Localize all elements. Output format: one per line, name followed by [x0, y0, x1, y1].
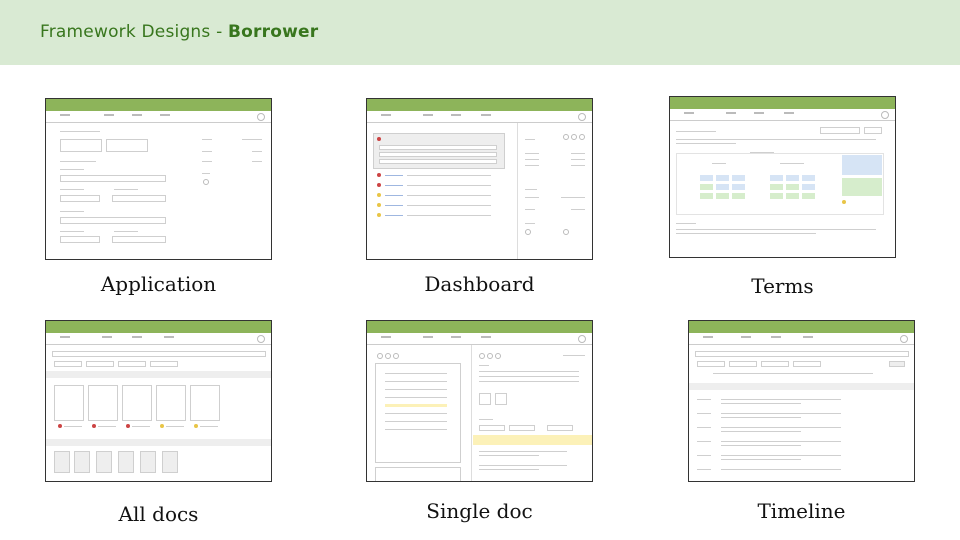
dashboard-mockup-thumbnail[interactable]: [366, 98, 593, 260]
account-icon: [257, 335, 265, 343]
page-title-bold: Borrower: [228, 22, 319, 42]
account-icon: [257, 113, 265, 121]
page-title: Framework Designs - Borrower: [40, 22, 318, 42]
screen-label-single-doc: Single doc: [426, 499, 533, 523]
mockup-top-bar: [670, 97, 895, 109]
header-banner: Framework Designs - Borrower: [0, 0, 960, 65]
screen-label-timeline: Timeline: [757, 499, 846, 523]
screen-label-dashboard: Dashboard: [424, 272, 535, 296]
mockup-tab-bar: [670, 109, 895, 121]
mockup-tab-bar: [689, 333, 914, 345]
mockup-top-bar: [367, 99, 592, 111]
mockup-tab-bar: [367, 111, 592, 123]
mockup-tab-bar: [46, 333, 271, 345]
account-icon: [900, 335, 908, 343]
single-doc-mockup-thumbnail[interactable]: [366, 320, 593, 482]
terms-mockup-thumbnail[interactable]: [669, 96, 896, 258]
all-docs-mockup-thumbnail[interactable]: [45, 320, 272, 482]
account-icon: [881, 111, 889, 119]
mockup-top-bar: [46, 321, 271, 333]
page-title-prefix: Framework Designs -: [40, 22, 229, 42]
mockup-top-bar: [46, 99, 271, 111]
screen-label-all-docs: All docs: [118, 502, 199, 526]
screen-label-application: Application: [100, 272, 217, 296]
mockup-top-bar: [367, 321, 592, 333]
screen-label-terms: Terms: [751, 274, 814, 298]
mockup-tab-bar: [46, 111, 271, 123]
account-icon: [578, 335, 586, 343]
mockup-top-bar: [689, 321, 914, 333]
timeline-mockup-thumbnail[interactable]: [688, 320, 915, 482]
mockup-tab-bar: [367, 333, 592, 345]
application-mockup-thumbnail[interactable]: [45, 98, 272, 260]
account-icon: [578, 113, 586, 121]
